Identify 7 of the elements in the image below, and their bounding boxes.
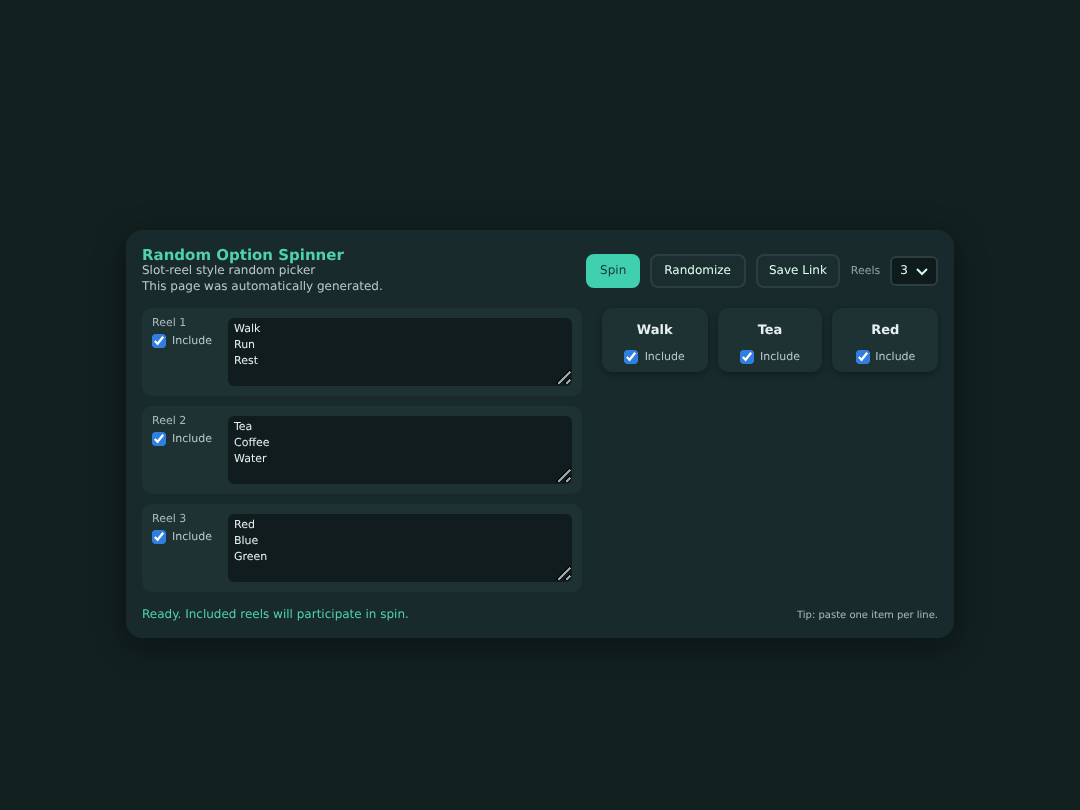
- include-checkbox[interactable]: [152, 530, 166, 544]
- include-checkbox[interactable]: [855, 350, 870, 364]
- include-checkbox[interactable]: [739, 350, 754, 364]
- chevron-icon: [916, 267, 928, 275]
- include-checkbox[interactable]: [152, 334, 166, 348]
- include-checkbox[interactable]: [624, 350, 639, 364]
- include-checkbox[interactable]: [152, 432, 166, 446]
